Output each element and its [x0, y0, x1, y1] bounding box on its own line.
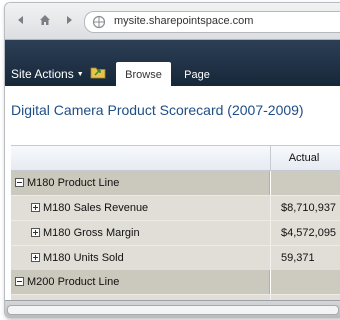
row-label: M180 Units Sold: [43, 252, 124, 264]
group-value-cell: [270, 171, 340, 195]
horizontal-scrollbar[interactable]: [5, 300, 340, 317]
header-cell-actual[interactable]: Actual: [270, 146, 340, 170]
address-bar[interactable]: mysite.sharepointspace.com: [84, 11, 340, 33]
expand-icon[interactable]: [31, 228, 40, 237]
group-cell-m180: M180 Product Line: [11, 171, 269, 195]
row-label: M180 Gross Margin: [43, 227, 140, 239]
group-value-cell: [270, 270, 340, 294]
expand-icon[interactable]: [31, 253, 40, 262]
chevron-down-icon: ▼: [76, 71, 84, 78]
group-label: M180 Product Line: [27, 177, 120, 189]
back-icon[interactable]: [15, 14, 27, 26]
tab-browse[interactable]: Browse: [116, 62, 171, 86]
row-label-cell: M180 Sales Revenue: [11, 196, 269, 220]
row-actual-value: $8,710,937: [270, 196, 340, 220]
scorecard-header-row: Actual: [11, 146, 340, 171]
header-cell-label: [11, 146, 269, 170]
home-icon[interactable]: [39, 14, 51, 26]
forward-icon[interactable]: [63, 14, 75, 26]
ribbon-bar: Site Actions ▼ Browse Page: [5, 40, 340, 86]
group-label: M200 Product Line: [27, 276, 120, 288]
table-row[interactable]: M180 Gross Margin $4,572,095: [11, 220, 340, 245]
group-cell-m200: M200 Product Line: [11, 270, 269, 294]
page-title: Digital Camera Product Scorecard (2007-2…: [11, 102, 304, 118]
tab-page[interactable]: Page: [180, 62, 214, 86]
browser-toolbar: mysite.sharepointspace.com: [5, 3, 340, 40]
table-row[interactable]: M180 Sales Revenue $8,710,937: [11, 195, 340, 220]
row-label: M180 Sales Revenue: [43, 202, 149, 214]
group-row-m200[interactable]: M200 Product Line: [11, 270, 340, 294]
navigate-up-folder-icon[interactable]: [90, 65, 106, 79]
row-label-cell: M180 Gross Margin: [11, 221, 269, 245]
browser-window: mysite.sharepointspace.com Site Actions ▼…: [4, 2, 340, 318]
globe-icon: [92, 15, 106, 29]
collapse-icon[interactable]: [15, 277, 24, 286]
expand-icon[interactable]: [31, 203, 40, 212]
site-actions-menu[interactable]: Site Actions ▼: [11, 67, 84, 81]
page-content: Digital Camera Product Scorecard (2007-2…: [5, 86, 340, 305]
row-actual-value: 59,371: [270, 246, 340, 270]
row-actual-value: $4,572,095: [270, 221, 340, 245]
group-row-m180[interactable]: M180 Product Line: [11, 171, 340, 195]
table-row[interactable]: M180 Units Sold 59,371: [11, 245, 340, 270]
url-text[interactable]: mysite.sharepointspace.com: [114, 15, 253, 27]
collapse-icon[interactable]: [15, 178, 24, 187]
row-label-cell: M180 Units Sold: [11, 246, 269, 270]
scrollbar-thumb[interactable]: [7, 305, 339, 315]
site-actions-label: Site Actions: [11, 67, 74, 81]
scorecard-grid: Actual M180 Product Line M180 Sales Reve…: [11, 145, 340, 305]
